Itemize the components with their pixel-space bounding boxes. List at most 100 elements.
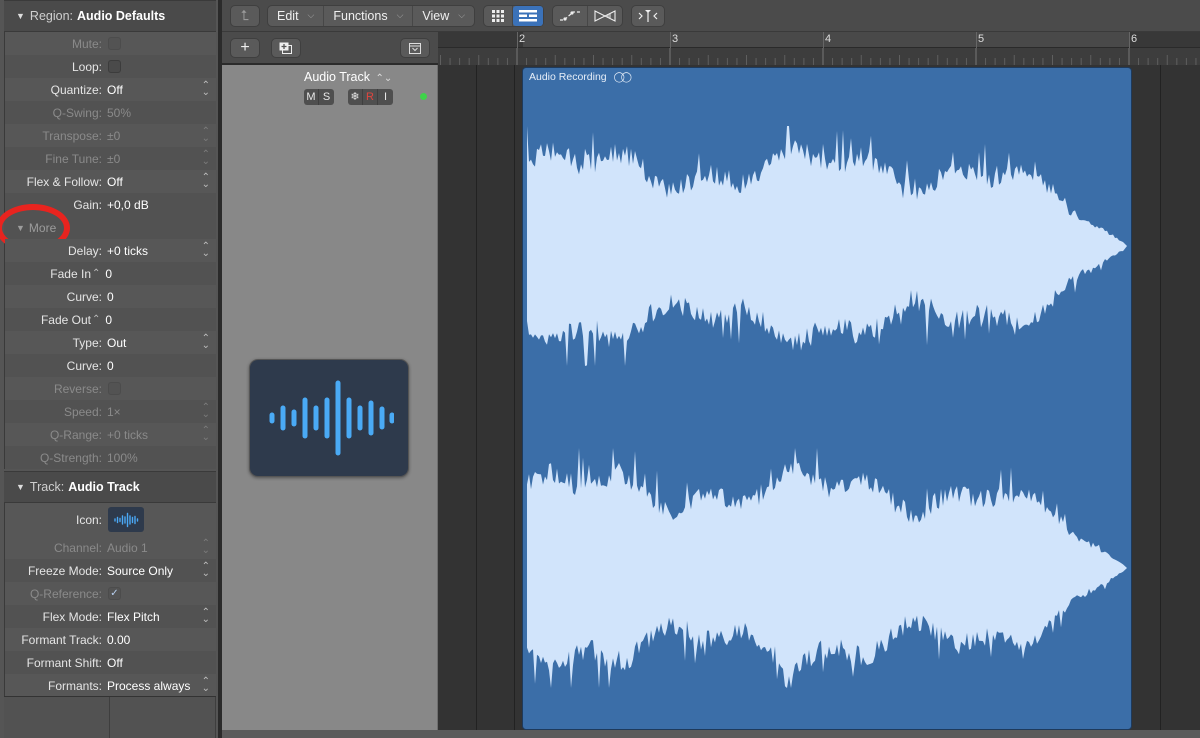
region-parameters: Mute: Loop: Quantize: Off ⌃ ⌄ Q-Swing: 50% Trans… xyxy=(4,32,216,216)
track-header[interactable]: Audio Track ⌃⌄ M S ❄ R I xyxy=(222,65,438,730)
param-label: Q-Strength: xyxy=(39,450,102,465)
view-mode-group xyxy=(483,4,545,27)
param-value[interactable]: Process always xyxy=(107,679,190,693)
duplicate-track-button[interactable] xyxy=(271,38,301,58)
track-header-label: Track: xyxy=(29,480,65,494)
track-icon xyxy=(249,359,409,477)
param-label: Q-Swing: xyxy=(52,105,102,120)
edit-menu[interactable]: Edit ⌵ xyxy=(268,5,325,26)
checkbox[interactable] xyxy=(108,382,121,395)
list-view-button[interactable] xyxy=(513,5,544,26)
stepper-icon[interactable]: ⌃ ⌄ xyxy=(202,81,210,98)
param-value[interactable]: 0.00 xyxy=(107,633,130,647)
mute-button[interactable]: M xyxy=(304,89,319,105)
stepper-icon[interactable]: ⌃ ⌄ xyxy=(202,127,210,144)
param-label: Reverse: xyxy=(53,381,102,396)
param-label: Q-Reference: xyxy=(29,586,102,601)
record-enable-button[interactable]: R xyxy=(363,89,378,105)
param-value[interactable]: Flex Pitch xyxy=(107,610,160,624)
param-value[interactable]: 100% xyxy=(107,451,138,465)
add-track-button[interactable]: + xyxy=(230,38,260,58)
param-label[interactable]: Fade Out xyxy=(5,313,91,327)
checkbox[interactable]: ✓ xyxy=(108,587,121,600)
param-value[interactable]: ±0 xyxy=(107,152,120,166)
automation-button[interactable] xyxy=(553,5,589,26)
record-group: ❄ R I xyxy=(348,89,393,105)
param-row: Formant Shift: Off xyxy=(5,651,216,674)
catch-playhead-button[interactable] xyxy=(632,6,664,26)
param-row: Mute: xyxy=(5,32,216,55)
param-value[interactable]: 0 xyxy=(105,267,112,281)
param-row: Type: Out ⌃ ⌄ xyxy=(5,331,216,354)
param-row: Q-Range: +0 ticks ⌃ ⌄ xyxy=(5,423,216,446)
track-icon-selector[interactable] xyxy=(108,507,144,532)
automation-group xyxy=(552,4,624,27)
stepper-icon[interactable]: ⌃ xyxy=(92,268,100,279)
track-name[interactable]: Audio Track ⌃⌄ xyxy=(304,70,392,84)
stepper-icon[interactable]: ⌃ ⌄ xyxy=(202,242,210,259)
view-menu[interactable]: View ⌵ xyxy=(413,6,474,26)
list-view-icon xyxy=(519,9,538,21)
param-value[interactable]: Audio 1 xyxy=(107,541,148,555)
arrange-area[interactable]: Audio Recording ◯◯ xyxy=(438,65,1200,730)
grid-view-button[interactable] xyxy=(484,5,514,26)
bar-ruler[interactable]: 2 3 4 5 6 xyxy=(438,32,1200,65)
param-label: Loop: xyxy=(71,59,102,74)
param-row: Channel: Audio 1 ⌃ ⌄ xyxy=(5,536,216,559)
param-row: Fade In ⌃ 0 xyxy=(5,262,216,285)
param-value[interactable]: 50% xyxy=(107,106,131,120)
stepper-icon[interactable]: ⌃ ⌄ xyxy=(202,677,210,694)
param-value[interactable]: Off xyxy=(107,656,123,670)
stepper-icon[interactable]: ⌃ xyxy=(92,314,100,325)
stepper-icon[interactable]: ⌃ ⌄ xyxy=(202,562,210,579)
track-inspector-header[interactable]: ▼ Track: Audio Track xyxy=(4,471,216,503)
input-monitor-button[interactable]: I xyxy=(378,89,393,105)
disclosure-triangle-icon[interactable]: ▼ xyxy=(16,482,25,492)
inspector-footer xyxy=(4,696,216,738)
back-button[interactable]: ⮤ xyxy=(230,4,260,27)
disclosure-triangle-icon[interactable]: ▼ xyxy=(16,11,25,21)
inspector-panel: ▼ Region: Audio Defaults Mute: Loop: Quant… xyxy=(0,0,220,738)
region-inspector-header[interactable]: ▼ Region: Audio Defaults xyxy=(4,0,216,32)
param-value[interactable]: +0 ticks xyxy=(107,244,148,258)
more-disclosure[interactable]: ▼ More xyxy=(0,204,216,252)
param-value[interactable]: 1× xyxy=(107,405,121,419)
functions-menu[interactable]: Functions ⌵ xyxy=(324,5,414,26)
param-value[interactable]: Off xyxy=(107,175,123,189)
flex-button[interactable] xyxy=(588,6,622,26)
stepper-icon[interactable]: ⌃ ⌄ xyxy=(202,539,210,556)
automation-curve-icon xyxy=(560,10,581,21)
stepper-icon[interactable]: ⌃ ⌄ xyxy=(202,334,210,351)
param-row: Fine Tune: ±0 ⌃ ⌄ xyxy=(5,147,216,170)
bar-line xyxy=(976,32,977,48)
param-value[interactable]: Source Only xyxy=(107,564,173,578)
param-value[interactable]: 0 xyxy=(107,359,114,373)
param-value[interactable]: 0 xyxy=(105,313,112,327)
waveform-icon xyxy=(114,512,139,527)
collapse-button[interactable] xyxy=(400,38,430,58)
stepper-icon[interactable]: ⌃ ⌄ xyxy=(202,403,210,420)
checkbox[interactable] xyxy=(108,60,121,73)
param-row: Speed: 1× ⌃ ⌄ xyxy=(5,400,216,423)
freeze-button[interactable]: ❄ xyxy=(348,89,363,105)
solo-button[interactable]: S xyxy=(319,89,334,105)
bar-number: 6 xyxy=(1131,33,1138,45)
stepper-icon[interactable]: ⌃ ⌄ xyxy=(202,150,210,167)
track-icon-row: Icon: xyxy=(5,503,216,536)
param-value[interactable]: Off xyxy=(107,83,123,97)
stepper-icon[interactable]: ⌃ ⌄ xyxy=(202,608,210,625)
param-row: Curve: 0 xyxy=(5,354,216,377)
param-value[interactable]: +0 ticks xyxy=(107,428,148,442)
param-value[interactable]: Out xyxy=(107,336,126,350)
checkbox[interactable] xyxy=(108,37,121,50)
param-label[interactable]: Fade In xyxy=(5,267,91,281)
param-row: Reverse: xyxy=(5,377,216,400)
param-value[interactable]: 0 xyxy=(107,290,114,304)
param-value[interactable]: +0,0 dB xyxy=(107,198,149,212)
param-value[interactable]: ±0 xyxy=(107,129,120,143)
param-label: Freeze Mode: xyxy=(27,563,102,578)
stepper-icon[interactable]: ⌃ ⌄ xyxy=(202,426,210,443)
tracks-toolbar: ⮤ Edit ⌵ Functions ⌵ View ⌵ xyxy=(222,0,1200,32)
audio-region[interactable]: Audio Recording ◯◯ xyxy=(522,67,1132,730)
stepper-icon[interactable]: ⌃ ⌄ xyxy=(202,173,210,190)
